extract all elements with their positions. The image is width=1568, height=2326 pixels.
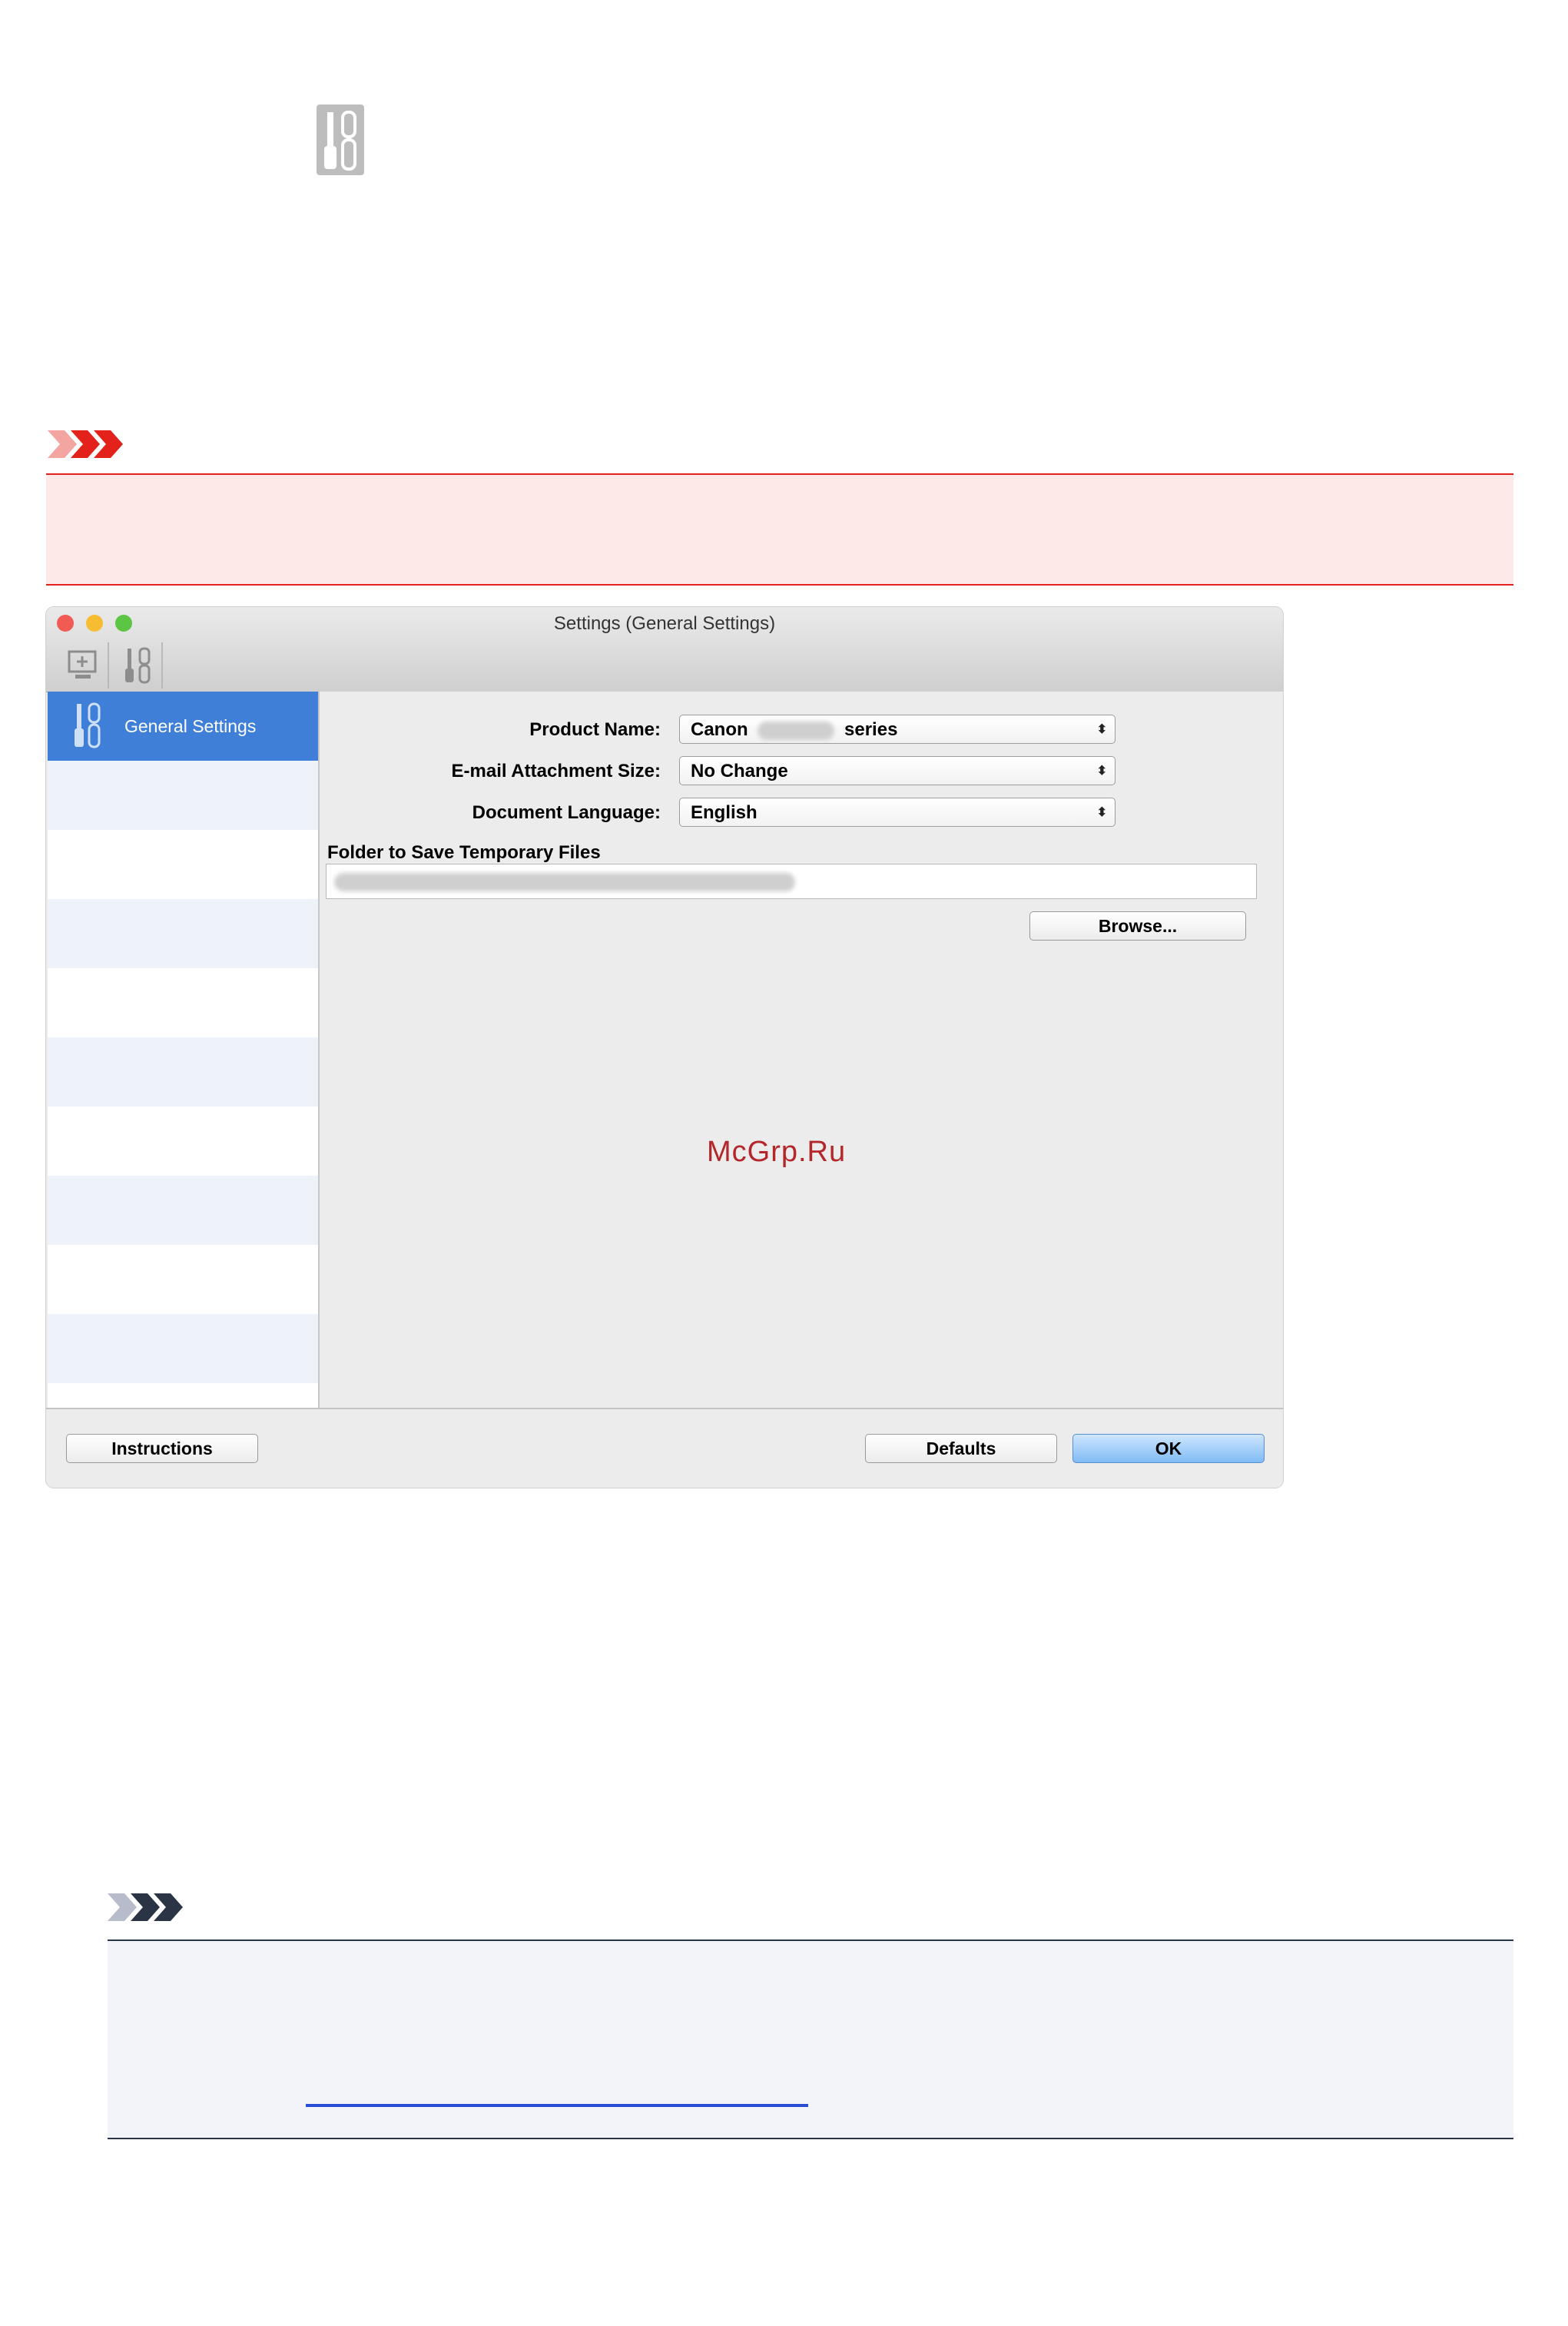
sidebar-empty-row [48, 1037, 318, 1107]
folder-label: Folder to Save Temporary Files [327, 842, 601, 863]
sidebar-item-label: General Settings [124, 716, 257, 736]
note-arrows-icon [108, 1890, 184, 1928]
general-settings-icon[interactable] [117, 644, 160, 687]
window-footer: Instructions Defaults OK [46, 1408, 1283, 1488]
doc-language-select[interactable]: English ⬍ [679, 798, 1116, 827]
sidebar-empty-row [48, 1245, 318, 1314]
email-size-label: E-mail Attachment Size: [451, 761, 661, 781]
tools-icon [75, 702, 101, 748]
product-name-label: Product Name: [529, 719, 661, 740]
scan-settings-icon[interactable] [61, 644, 104, 687]
toolbar-separator [108, 642, 109, 689]
updown-arrows-icon: ⬍ [1096, 765, 1107, 778]
title-bar: Settings (General Settings) [46, 607, 1283, 692]
sidebar-item-general-settings[interactable]: General Settings [48, 692, 318, 761]
sidebar: General Settings [48, 692, 320, 1408]
sidebar-empty-row [48, 1314, 318, 1383]
sidebar-empty-row [48, 1107, 318, 1176]
browse-button[interactable]: Browse... [1029, 911, 1246, 941]
settings-window: Settings (General Settings) General Sett… [46, 607, 1283, 1488]
sidebar-empty-row [48, 1176, 318, 1245]
updown-arrows-icon: ⬍ [1096, 723, 1107, 736]
email-size-select[interactable]: No Change ⬍ [679, 756, 1116, 785]
sidebar-empty-row [48, 968, 318, 1037]
important-box [46, 473, 1513, 586]
updown-arrows-icon: ⬍ [1096, 806, 1107, 819]
note-box [108, 1939, 1513, 2139]
doc-language-label: Document Language: [472, 802, 661, 823]
sidebar-empty-row [48, 899, 318, 968]
redacted-path [334, 873, 795, 891]
watermark: McGrp.Ru [707, 1136, 847, 1168]
important-arrows-icon [48, 427, 124, 465]
window-title: Settings (General Settings) [553, 613, 776, 634]
redacted-model [757, 721, 835, 740]
settings-content: Product Name: Canon series ⬍ E-mail Atta… [320, 692, 1283, 1408]
product-name-select[interactable]: Canon series ⬍ [679, 715, 1116, 744]
note-link[interactable] [306, 2104, 808, 2107]
sidebar-empty-row [48, 761, 318, 830]
defaults-button[interactable]: Defaults [865, 1434, 1057, 1463]
toolbar-separator [161, 642, 163, 689]
ok-button[interactable]: OK [1072, 1434, 1265, 1463]
folder-path-field[interactable] [326, 864, 1257, 899]
sidebar-empty-row [48, 830, 318, 899]
instructions-button[interactable]: Instructions [66, 1434, 258, 1463]
tools-icon [317, 105, 364, 175]
